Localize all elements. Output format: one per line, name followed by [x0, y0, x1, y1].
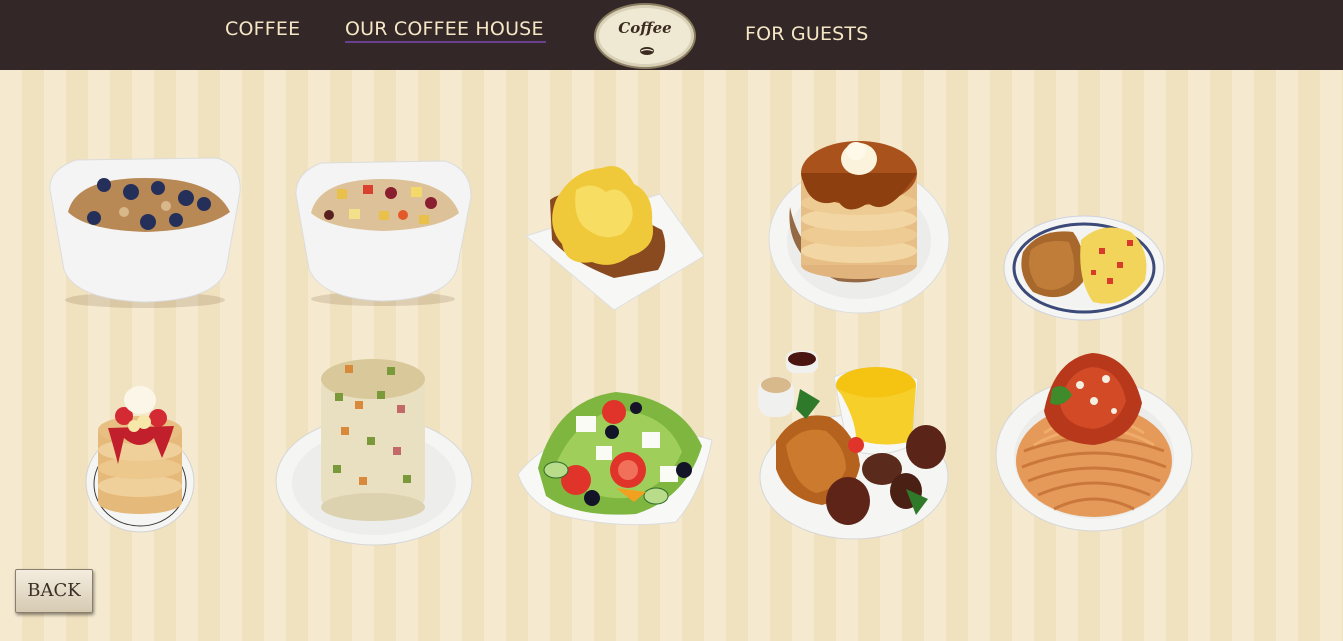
salad-plate-icon: [517, 392, 713, 526]
menu-item-berry-pancakes[interactable]: [84, 378, 196, 534]
breakfast-plate-icon: [1003, 215, 1165, 321]
menu-item-grilled-meat-rice[interactable]: [756, 349, 952, 543]
oatmeal-bowl-icon: [49, 157, 241, 308]
salad-tower-plate-icon: [275, 359, 473, 546]
oatmeal-bowl-icon: [295, 160, 472, 306]
meat-platter-icon: [758, 351, 949, 540]
egg-toast-plate-icon: [524, 166, 705, 311]
back-button[interactable]: BACK: [15, 569, 93, 613]
coffee-bean-icon: [640, 47, 654, 55]
nav-link-for-guests[interactable]: FOR GUESTS: [745, 23, 869, 45]
menu-item-pancake-stack[interactable]: [768, 137, 950, 315]
pancake-plate-icon: [768, 141, 950, 314]
top-nav-bar: COFFEE OUR COFFEE HOUSE Coffee FOR GUEST…: [0, 0, 1343, 70]
menu-item-greek-salad[interactable]: [516, 388, 714, 530]
menu-item-oatmeal-fruit[interactable]: [293, 157, 473, 307]
pancake-plate-icon: [85, 386, 195, 533]
nav-link-coffee[interactable]: COFFEE: [225, 18, 300, 40]
pasta-plate-icon: [995, 353, 1193, 532]
menu-item-spaghetti-bolognese[interactable]: [994, 351, 1194, 532]
nav-link-our-coffee-house[interactable]: OUR COFFEE HOUSE: [345, 18, 546, 43]
logo-text: Coffee: [618, 19, 672, 37]
coffee-logo[interactable]: Coffee: [594, 3, 696, 69]
menu-item-hashbrown-omelette[interactable]: [1003, 210, 1165, 322]
menu-item-olivier-salad[interactable]: [275, 353, 473, 547]
menu-item-oatmeal-blueberry[interactable]: [46, 150, 244, 310]
menu-item-scrambled-eggs-toast[interactable]: [522, 160, 706, 316]
